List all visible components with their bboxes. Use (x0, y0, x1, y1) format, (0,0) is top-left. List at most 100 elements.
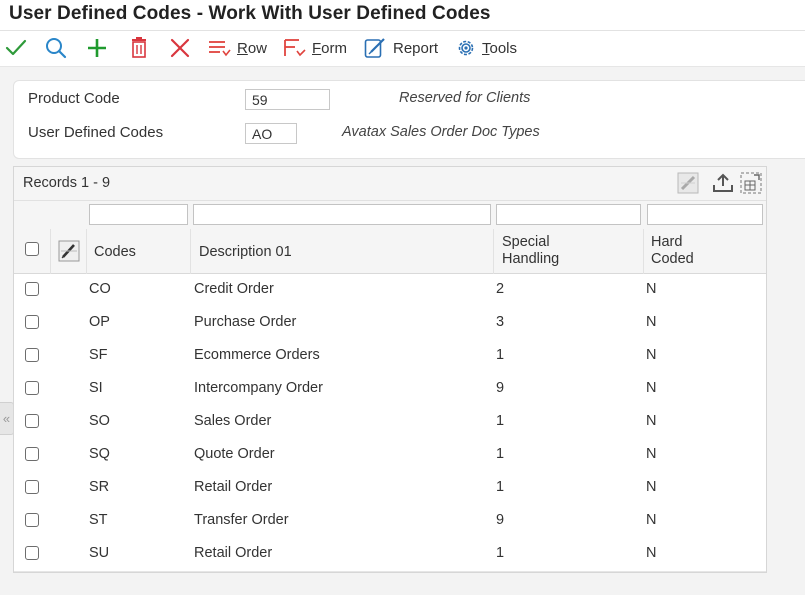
export-upload-icon (713, 173, 733, 192)
tools-menu-button[interactable]: Tools (455, 37, 517, 59)
cell-hard-coded[interactable]: N (646, 413, 656, 429)
select-all-checkbox[interactable] (25, 242, 39, 256)
row-checkbox[interactable] (25, 414, 39, 428)
cell-description[interactable]: Ecommerce Orders (194, 347, 320, 363)
column-header-codes[interactable]: Codes (94, 244, 136, 261)
grid-export-button[interactable] (712, 172, 734, 199)
product-code-input[interactable] (245, 89, 330, 110)
cell-special-handling[interactable]: 9 (496, 380, 504, 396)
collapse-chevron-icon: « (2, 411, 11, 426)
cell-hard-coded[interactable]: N (646, 479, 656, 495)
column-header-special-handling[interactable]: Special Handling (502, 234, 559, 268)
cell-code[interactable]: SR (89, 479, 109, 495)
udc-input[interactable] (245, 123, 297, 144)
cell-code[interactable]: SU (89, 545, 109, 561)
table-row[interactable]: CO Credit Order 2 N (14, 274, 766, 308)
table-row[interactable]: SI Intercompany Order 9 N (14, 373, 766, 407)
cell-hard-coded[interactable]: N (646, 512, 656, 528)
row-checkbox[interactable] (25, 480, 39, 494)
column-edit-button[interactable] (58, 240, 80, 267)
filter-special-handling-input[interactable] (496, 204, 641, 225)
cell-hard-coded[interactable]: N (646, 545, 656, 561)
row-checkbox[interactable] (25, 348, 39, 362)
table-row[interactable]: SF Ecommerce Orders 1 N (14, 340, 766, 374)
cell-description[interactable]: Intercompany Order (194, 380, 323, 396)
add-button[interactable] (86, 37, 108, 59)
cell-special-handling[interactable]: 2 (496, 281, 504, 297)
cell-code[interactable]: SI (89, 380, 103, 396)
row-checkbox[interactable] (25, 513, 39, 527)
cell-hard-coded[interactable]: N (646, 380, 656, 396)
cell-special-handling[interactable]: 1 (496, 347, 504, 363)
column-header-hard-coded[interactable]: Hard Coded (651, 234, 694, 268)
table-row[interactable]: SR Retail Order 1 N (14, 472, 766, 506)
add-plus-icon (88, 39, 106, 57)
column-header-hard-line2: Coded (651, 251, 694, 267)
row-checkbox[interactable] (25, 447, 39, 461)
table-row[interactable]: SO Sales Order 1 N (14, 406, 766, 440)
cell-description[interactable]: Retail Order (194, 545, 272, 561)
report-menu-label: Report (393, 39, 439, 57)
cell-special-handling[interactable]: 1 (496, 446, 504, 462)
row-menu-button[interactable]: Row (208, 37, 267, 59)
form-menu-button[interactable]: Form (283, 37, 347, 59)
cell-description[interactable]: Quote Order (194, 446, 275, 462)
cell-description[interactable]: Credit Order (194, 281, 274, 297)
tools-gear-icon (458, 40, 474, 56)
product-code-description: Reserved for Clients (399, 90, 531, 106)
cell-description[interactable]: Transfer Order (194, 512, 289, 528)
close-button[interactable] (169, 37, 191, 59)
select-button[interactable] (5, 37, 27, 59)
cell-code[interactable]: ST (89, 512, 108, 528)
row-checkbox[interactable] (25, 546, 39, 560)
column-header-special-line2: Handling (502, 251, 560, 267)
cell-hard-coded[interactable]: N (646, 347, 656, 363)
delete-trash-icon (132, 37, 146, 58)
table-row[interactable]: SU Retail Order 1 N (14, 538, 766, 572)
cell-description[interactable]: Sales Order (194, 413, 271, 429)
row-checkbox[interactable] (25, 282, 39, 296)
table-row[interactable]: OP Purchase Order 3 N (14, 307, 766, 341)
report-icon (364, 38, 385, 58)
filter-description-input[interactable] (193, 204, 491, 225)
row-menu-label: Row (237, 39, 268, 57)
tools-menu-label: Tools (482, 39, 518, 57)
cell-code[interactable]: SF (89, 347, 108, 363)
cell-code[interactable]: SO (89, 413, 110, 429)
delete-button[interactable] (129, 37, 149, 59)
column-edit-icon (58, 240, 80, 262)
cell-special-handling[interactable]: 1 (496, 479, 504, 495)
cell-hard-coded[interactable]: N (646, 281, 656, 297)
cell-hard-coded[interactable]: N (646, 314, 656, 330)
grid-filter-row (14, 201, 766, 230)
cell-code[interactable]: SQ (89, 446, 110, 462)
cell-special-handling[interactable]: 3 (496, 314, 504, 330)
grid-maximize-button[interactable] (740, 172, 762, 199)
find-search-icon (46, 38, 67, 59)
filter-hard-coded-input[interactable] (647, 204, 763, 225)
cell-code[interactable]: CO (89, 281, 111, 297)
grid-column-header: Codes Description 01 Special Handling Ha… (14, 229, 766, 274)
grid-personalize-button[interactable] (677, 172, 699, 199)
toolbar: Row Form Report Tools (0, 31, 805, 67)
grid-personalize-icon (677, 172, 699, 194)
row-checkbox[interactable] (25, 315, 39, 329)
column-header-description[interactable]: Description 01 (199, 244, 292, 261)
find-button[interactable] (45, 37, 67, 59)
cell-hard-coded[interactable]: N (646, 446, 656, 462)
cell-description[interactable]: Retail Order (194, 479, 272, 495)
udc-label: User Defined Codes (28, 124, 164, 141)
report-menu-button[interactable]: Report (364, 37, 438, 59)
cell-special-handling[interactable]: 1 (496, 413, 504, 429)
close-x-icon (170, 38, 190, 58)
collapse-panel-tab[interactable]: « (0, 402, 14, 435)
cell-code[interactable]: OP (89, 314, 110, 330)
row-checkbox[interactable] (25, 381, 39, 395)
cell-special-handling[interactable]: 9 (496, 512, 504, 528)
table-row[interactable]: ST Transfer Order 9 N (14, 505, 766, 539)
query-header-panel: Product Code Reserved for Clients User D… (13, 80, 805, 159)
cell-special-handling[interactable]: 1 (496, 545, 504, 561)
cell-description[interactable]: Purchase Order (194, 314, 296, 330)
filter-codes-input[interactable] (89, 204, 188, 225)
table-row[interactable]: SQ Quote Order 1 N (14, 439, 766, 473)
